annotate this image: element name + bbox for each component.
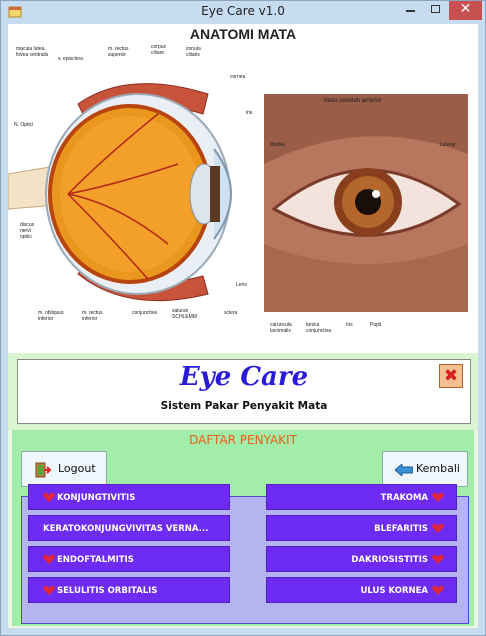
disease-button-dakriosistitis[interactable]: DAKRIOSISTITIS [266,546,457,572]
label-caruncula: caruncula lacrimalis [270,322,292,334]
disease-label: KONJUNGTIVITIS [57,493,136,503]
maximize-icon [431,5,440,13]
disease-label: ULUS KORNEA [360,586,428,596]
label-cornea: cornea [230,74,246,80]
header-box: Eye Care Sistem Pakar Penyakit Mata [17,359,471,424]
app-title: Eye Care [179,362,309,392]
close-x-icon: ✖ [443,366,459,386]
heart-icon [432,554,444,564]
disease-button-konjungtivitis[interactable]: KONJUNGTIVITIS [28,484,230,510]
disease-button-blefaritis[interactable]: BLEFARITIS [266,515,457,541]
app-subtitle: Sistem Pakar Penyakit Mata [160,400,328,412]
disease-button-endoftalmitis[interactable]: ENDOFTALMITIS [28,546,230,572]
close-window-button[interactable]: ✕ [449,0,482,20]
label-conjunctiva: conjunctiva [132,310,158,316]
label-zonula-ciliaris: zonula ciliaris [186,46,201,58]
disease-label: BLEFARITIS [374,524,428,534]
disease-button-trakoma[interactable]: TRAKOMA [266,484,457,510]
label-n-optici: N. Optici [14,122,34,128]
heart-icon [432,492,444,502]
label-pupil: Pupil [370,322,382,328]
label-tunica-conjunctiva: tunica conjunctiva [306,322,332,334]
label-m-rectus-superior: m. rectus superior [108,46,129,58]
title-bar: Eye Care v1.0 ✕ [0,0,486,24]
label-anterior-title: Mata sebelah anterior [324,98,383,104]
anterior-eye-photo [264,94,468,312]
logout-button[interactable]: Logout [21,451,107,487]
label-corpus-ciliare: corpus ciliare [151,44,167,56]
label-macula: macula lutea, fovea centralis [16,46,49,58]
disease-button-selulitis-orbitalis[interactable]: SELULITIS ORBITALIS [28,577,230,603]
minimize-button[interactable] [397,0,423,20]
label-medial: Medial [270,142,285,148]
label-iris: iris [246,110,253,116]
heart-icon [43,492,55,502]
close-app-button[interactable]: ✖ [439,364,463,388]
label-sclera: sclera [224,310,238,316]
heart-icon [43,585,55,595]
heart-icon [432,523,444,533]
heart-icon [43,554,55,564]
heart-icon [432,585,444,595]
back-label: Kembali [416,462,460,475]
disease-label: ENDOFTALMITIS [57,555,134,565]
maximize-button[interactable] [423,0,449,20]
label-iris-anterior: Iris [346,322,353,328]
label-discus-nervi-optici: discus nervi optici [20,222,35,240]
label-m-rectus-inferior: m. rectus inferior [82,310,103,322]
label-lateral: Lateral [440,142,456,148]
main-window-content: ANATOMI MATA macula lutea, fovea central… [8,24,478,628]
logout-door-icon [35,462,51,478]
close-icon: ✕ [459,1,472,17]
disease-label: TRAKOMA [380,493,428,503]
label-v-episclera: v. episclera [58,56,83,62]
label-lens: Lens [236,282,247,288]
back-arrow-icon [395,464,413,476]
back-button[interactable]: Kembali [382,451,468,487]
disease-button-keratokonjungtivitis-vernal[interactable]: KERATOKONJUNGVIVITAS VERNA... [28,515,230,541]
anatomy-title: ANATOMI MATA [189,26,297,42]
disease-button-ulus-kornea[interactable]: ULUS KORNEA [266,577,457,603]
logout-label: Logout [58,462,96,475]
disease-label: SELULITIS ORBITALIS [57,586,158,596]
disease-label: KERATOKONJUNGVIVITAS VERNA... [43,524,209,534]
label-m-obliquus-inferior: m. obliquus inferior [38,310,64,322]
eye-cross-section-drawing [8,83,232,302]
disease-list-heading: DAFTAR PENYAKIT [189,433,297,447]
eye-anatomy-image: ANATOMI MATA macula lutea, fovea central… [8,24,478,353]
label-saluran-schlemm: saluran SCHLEMM [172,308,198,320]
minimize-icon [406,10,415,12]
disease-label: DAKRIOSISTITIS [351,555,428,565]
